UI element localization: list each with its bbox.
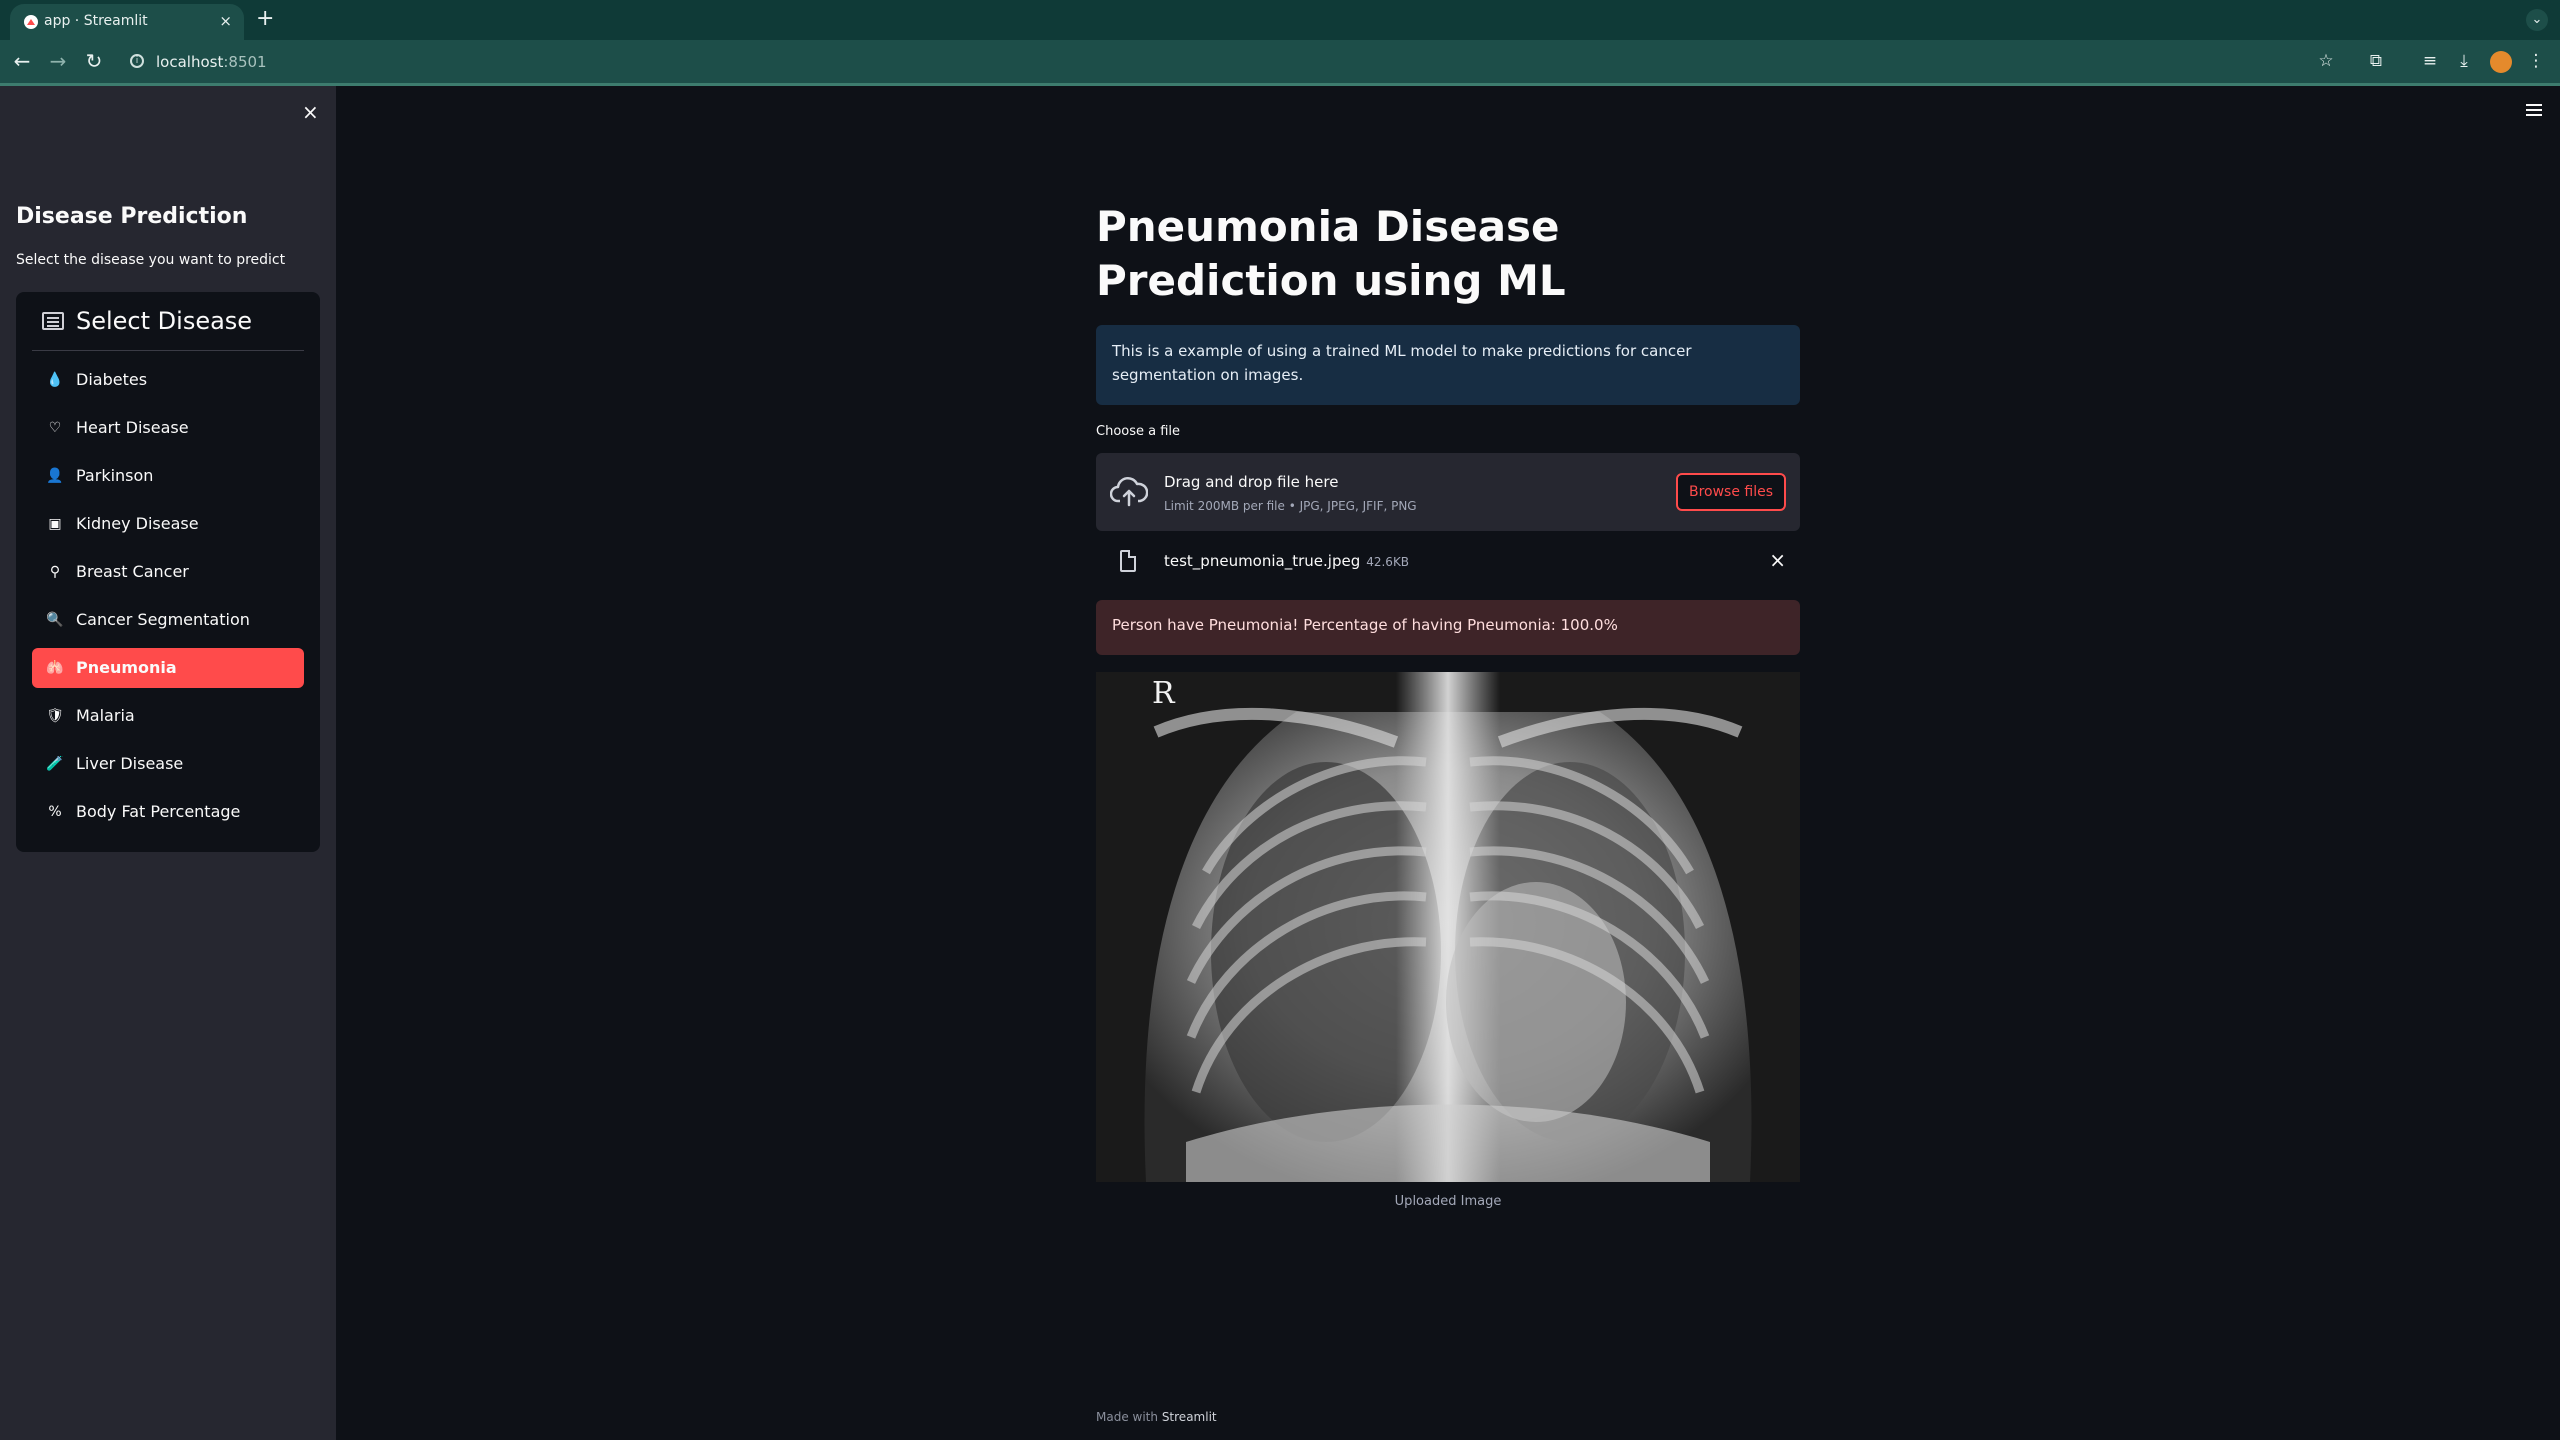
menu-item-label: Kidney Disease <box>76 514 199 533</box>
forward-icon[interactable]: → <box>46 49 70 73</box>
back-icon[interactable]: ← <box>10 49 34 73</box>
file-dropzone[interactable]: Drag and drop file here Limit 200MB per … <box>1096 453 1800 531</box>
profile-avatar[interactable] <box>2490 51 2512 73</box>
streamlit-favicon-icon <box>24 15 38 29</box>
menu-item-label: Liver Disease <box>76 754 184 773</box>
menu-item-label: Cancer Segmentation <box>76 610 250 629</box>
clipboard-icon: ▣ <box>48 516 62 532</box>
cloud-upload-icon <box>1110 477 1148 507</box>
dropzone-limit: Limit 200MB per file • JPG, JPEG, JFIF, … <box>1164 499 1417 513</box>
uploaded-xray-image: R <box>1096 672 1800 1182</box>
menu-item-label: Pneumonia <box>76 658 177 677</box>
sidebar: × Disease Prediction Select the disease … <box>0 86 336 1440</box>
flask-icon: 🧪 <box>46 756 64 772</box>
reload-icon[interactable]: ↻ <box>82 49 106 73</box>
menu-item-body-fat-percentage[interactable]: % Body Fat Percentage <box>32 792 304 832</box>
tab-title: app · Streamlit <box>44 13 148 29</box>
percent-icon: % <box>48 804 62 820</box>
address-bar[interactable]: i localhost:8501 <box>120 46 2320 80</box>
disease-menu: Select Disease 💧 Diabetes ♡ Heart Diseas… <box>16 292 320 852</box>
shield-icon: 🛡 <box>46 708 64 724</box>
file-size: 42.6KB <box>1366 555 1410 569</box>
menu-header: Select Disease <box>32 292 304 351</box>
sidebar-subtitle: Select the disease you want to predict <box>16 252 286 268</box>
prediction-result-alert: Person have Pneumonia! Percentage of hav… <box>1096 600 1800 655</box>
file-icon <box>1120 550 1136 572</box>
lungs-icon: 🫁 <box>46 660 64 676</box>
browser-menu-icon[interactable]: ⋮ <box>2524 51 2548 71</box>
info-alert: This is a example of using a trained ML … <box>1096 325 1800 405</box>
menu-item-parkinson[interactable]: 👤 Parkinson <box>32 456 304 496</box>
menu-item-label: Breast Cancer <box>76 562 189 581</box>
menu-item-label: Body Fat Percentage <box>76 802 241 821</box>
url-text: localhost:8501 <box>156 53 267 71</box>
extensions-icon[interactable]: ⧉ <box>2364 51 2388 71</box>
person-icon: 👤 <box>46 468 64 484</box>
chest-xray-picture <box>1096 672 1800 1182</box>
remove-file-icon[interactable]: × <box>1769 548 1786 572</box>
menu-item-label: Heart Disease <box>76 418 189 437</box>
award-ribbon-icon: ⚲ <box>49 564 61 580</box>
uploaded-file: test_pneumonia_true.jpeg 42.6KB × <box>1096 540 1800 584</box>
footer-prefix: Made with <box>1096 1410 1158 1424</box>
menu-item-kidney-disease[interactable]: ▣ Kidney Disease <box>32 504 304 544</box>
menu-item-pneumonia[interactable]: 🫁 Pneumonia <box>32 648 304 688</box>
browse-files-button[interactable]: Browse files <box>1676 473 1786 511</box>
page-title: Pneumonia Disease Prediction using ML <box>1096 202 1566 305</box>
heart-icon: ♡ <box>48 420 62 436</box>
menu-item-malaria[interactable]: 🛡 Malaria <box>32 696 304 736</box>
menu-item-label: Malaria <box>76 706 135 725</box>
bookmark-star-icon[interactable]: ☆ <box>2314 51 2338 71</box>
sidebar-close-icon[interactable]: × <box>302 100 319 124</box>
file-name: test_pneumonia_true.jpeg 42.6KB <box>1164 552 1410 570</box>
main-menu-icon[interactable] <box>2526 104 2542 106</box>
footer: Made with Streamlit <box>1096 1410 1217 1424</box>
streamlit-link[interactable]: Streamlit <box>1162 1410 1217 1424</box>
reading-list-icon[interactable]: ≡ <box>2418 51 2442 71</box>
browser-tab-bar: app · Streamlit × + ⌄ <box>0 0 2560 40</box>
menu-title: Select Disease <box>76 307 253 335</box>
uploader-label: Choose a file <box>1096 424 1181 439</box>
menu-item-heart-disease[interactable]: ♡ Heart Disease <box>32 408 304 448</box>
xray-side-marker: R <box>1152 676 1175 711</box>
menu-item-liver-disease[interactable]: 🧪 Liver Disease <box>32 744 304 784</box>
menu-item-label: Parkinson <box>76 466 154 485</box>
tab-search-icon[interactable]: ⌄ <box>2526 9 2548 31</box>
menu-item-cancer-segmentation[interactable]: 🔍 Cancer Segmentation <box>32 600 304 640</box>
site-info-icon[interactable]: i <box>130 54 144 68</box>
dropzone-instructions: Drag and drop file here <box>1164 473 1339 491</box>
image-caption: Uploaded Image <box>1394 1194 1502 1209</box>
menu-item-diabetes[interactable]: 💧 Diabetes <box>32 360 304 400</box>
droplet-icon: 💧 <box>46 372 64 388</box>
download-icon[interactable]: ⤓ <box>2452 51 2476 71</box>
menu-item-label: Diabetes <box>76 370 148 389</box>
search-icon: 🔍 <box>46 612 64 628</box>
new-tab-icon[interactable]: + <box>256 6 274 31</box>
tab-close-icon[interactable]: × <box>219 12 232 30</box>
menu-item-breast-cancer[interactable]: ⚲ Breast Cancer <box>32 552 304 592</box>
browser-tab[interactable]: app · Streamlit × <box>10 4 244 40</box>
browser-toolbar: ← → ↻ i localhost:8501 ☆ ⧉ ≡ ⤓ ⋮ <box>0 40 2560 86</box>
menu-list-icon <box>42 312 64 330</box>
sidebar-title: Disease Prediction <box>16 204 248 229</box>
